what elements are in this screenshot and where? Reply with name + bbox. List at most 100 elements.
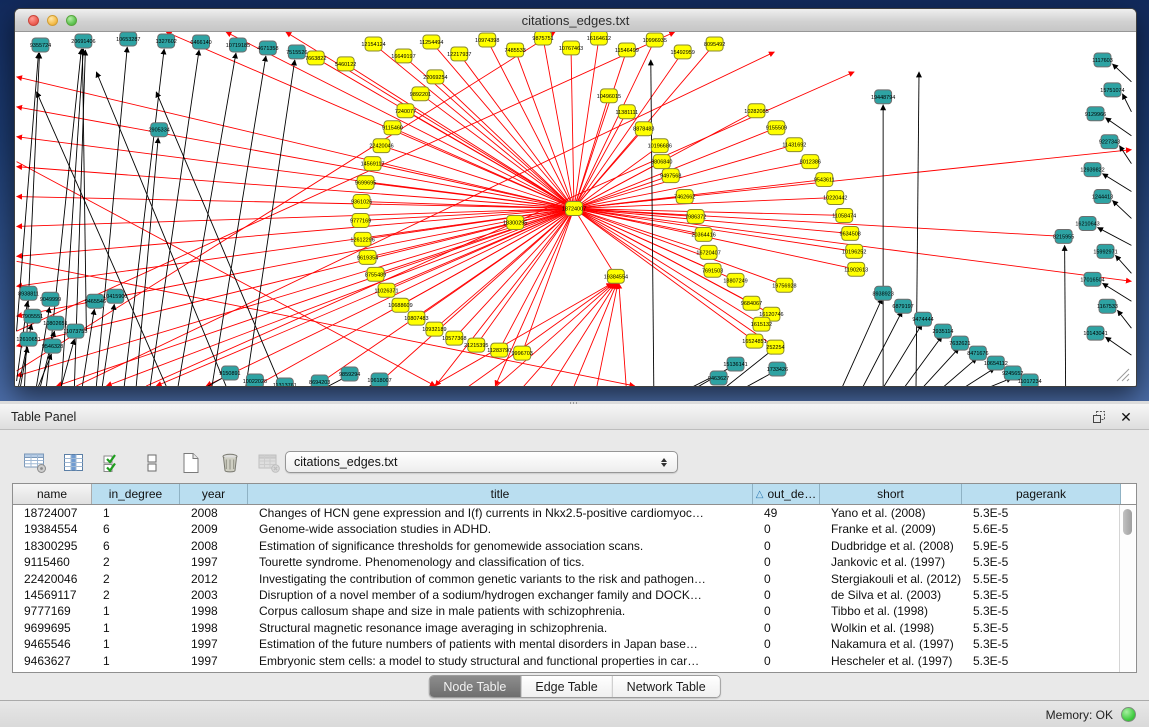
graph-node[interactable]: 17016504: [1080, 272, 1104, 286]
graph-node[interactable]: 10022028: [243, 374, 267, 386]
new-table-icon[interactable]: [178, 451, 204, 475]
graph-edge[interactable]: [1112, 64, 1131, 82]
graph-node[interactable]: 1167533: [1097, 299, 1118, 313]
graph-edge[interactable]: [434, 209, 574, 330]
network-canvas[interactable]: 9355724206914061065328713276026466140107…: [15, 32, 1134, 386]
graph-node[interactable]: 10802651: [43, 316, 67, 330]
graph-edge[interactable]: [1115, 255, 1131, 273]
table-row[interactable]: 911546021997Tourette syndrome. Phenomeno…: [13, 554, 1136, 570]
graph-node[interactable]: 7632621: [949, 336, 970, 350]
graph-edge[interactable]: [346, 64, 574, 209]
graph-node[interactable]: 1615132: [751, 317, 772, 331]
graph-node[interactable]: 15992971: [1093, 244, 1117, 258]
graph-edge[interactable]: [17, 77, 574, 209]
graph-edge[interactable]: [1098, 227, 1132, 245]
graph-edge[interactable]: [17, 209, 574, 227]
graph-node[interactable]: 22069254: [423, 70, 447, 84]
table-row[interactable]: 1456911722003Disruption of a novel membe…: [13, 587, 1136, 603]
table-selector-dropdown[interactable]: citations_edges.txt: [285, 451, 678, 473]
graph-node[interactable]: 9875751: [532, 32, 553, 45]
column-header-name[interactable]: name: [13, 484, 92, 504]
graph-node[interactable]: 10996935: [643, 33, 667, 47]
graph-node[interactable]: 15492959: [671, 45, 695, 59]
graph-node[interactable]: 9699695: [355, 176, 376, 190]
graph-node[interactable]: 10932189: [422, 322, 446, 336]
graph-node[interactable]: 1327602: [156, 34, 177, 48]
graph-node[interactable]: 9892201: [410, 87, 431, 101]
graph-node[interactable]: 11017234: [1018, 374, 1042, 386]
graph-node[interactable]: 10719185: [226, 38, 250, 52]
graph-edge[interactable]: [82, 309, 94, 386]
tab-network-table[interactable]: Network Table: [613, 676, 720, 697]
graph-edge[interactable]: [1106, 337, 1132, 355]
graph-node[interactable]: 9859294: [339, 367, 360, 381]
delete-entry-icon[interactable]: [217, 451, 243, 475]
graph-edge[interactable]: [416, 209, 574, 319]
graph-edge[interactable]: [156, 92, 281, 386]
graph-node[interactable]: 9806840: [651, 155, 672, 169]
graph-node[interactable]: 9546328: [42, 339, 63, 353]
graph-edge[interactable]: [951, 368, 995, 386]
graph-node[interactable]: 7485533: [505, 43, 526, 57]
graph-node[interactable]: 18724007: [562, 202, 586, 216]
graph-edge[interactable]: [1112, 201, 1131, 219]
table-row[interactable]: 1872400712008Changes of HCN gene express…: [13, 505, 1136, 521]
graph-node[interactable]: 1117603: [1092, 53, 1112, 67]
close-panel-icon[interactable]: ✕: [1117, 409, 1135, 425]
graph-node[interactable]: 8471676: [967, 346, 988, 360]
column-header-short[interactable]: short: [820, 484, 962, 504]
network-view-content[interactable]: 9355724206914061065328713276026466140107…: [15, 32, 1134, 386]
graph-node[interactable]: 11431692: [782, 138, 806, 152]
graph-node[interactable]: 9150891: [219, 366, 240, 380]
table-row[interactable]: 946554611997Estimation of the future num…: [13, 636, 1136, 652]
graph-node[interactable]: 11026371: [375, 283, 399, 297]
graph-node[interactable]: 8938811: [18, 286, 39, 300]
graph-edge[interactable]: [1103, 283, 1132, 301]
graph-node[interactable]: 9129966: [1085, 107, 1106, 121]
column-header-out_degree[interactable]: △out_de…: [753, 484, 820, 504]
graph-node[interactable]: 252254: [766, 340, 784, 354]
graph-edge[interactable]: [838, 298, 882, 386]
graph-node[interactable]: 8755489: [365, 267, 386, 281]
table-row[interactable]: 2242004622012Investigating the contribut…: [13, 571, 1136, 587]
table-row[interactable]: 1938455462009Genome-wide association stu…: [13, 521, 1136, 537]
graph-edge[interactable]: [574, 209, 771, 315]
table-row[interactable]: 969969511998Structural magnetic resonanc…: [13, 620, 1136, 636]
graph-edge[interactable]: [651, 60, 654, 386]
graph-edge[interactable]: [916, 72, 919, 386]
graph-edge[interactable]: [915, 348, 959, 386]
graph-node[interactable]: 8215955: [1053, 229, 1074, 243]
select-all-icon[interactable]: [100, 451, 126, 475]
graph-node[interactable]: 9115460: [382, 121, 403, 135]
graph-edge[interactable]: [17, 209, 574, 287]
table-scrollbar[interactable]: [1119, 505, 1135, 672]
memory-ok-indicator-icon[interactable]: [1121, 707, 1136, 722]
graph-edge[interactable]: [878, 324, 922, 386]
graph-node[interactable]: 10496015: [597, 89, 621, 103]
graph-node[interactable]: 10196252: [842, 244, 866, 258]
graph-node[interactable]: 9227343: [1099, 135, 1120, 149]
graph-node[interactable]: 18807249: [723, 273, 747, 287]
graph-node[interactable]: 1733426: [767, 362, 788, 376]
graph-node[interactable]: 10196686: [648, 139, 672, 153]
scrollbar-thumb[interactable]: [1123, 509, 1132, 535]
graph-node[interactable]: 20364416: [691, 227, 715, 241]
graph-node[interactable]: 7986372: [685, 209, 706, 223]
graph-edge[interactable]: [96, 47, 127, 386]
graph-node[interactable]: 16164612: [587, 32, 611, 45]
graph-edge[interactable]: [1119, 146, 1131, 164]
graph-node[interactable]: 10143041: [1083, 326, 1107, 340]
graph-node[interactable]: 9543611: [814, 173, 835, 187]
graph-edge[interactable]: [898, 336, 942, 386]
tab-node-table[interactable]: Node Table: [429, 676, 521, 697]
graph-node[interactable]: 12610651: [16, 332, 40, 346]
graph-edge[interactable]: [574, 198, 835, 209]
graph-node[interactable]: 11902613: [844, 262, 868, 276]
graph-node[interactable]: 9355724: [30, 38, 51, 52]
graph-node[interactable]: 15751074: [1100, 83, 1124, 97]
graph-node[interactable]: 7240077: [395, 104, 416, 118]
graph-node[interactable]: 10577368: [442, 331, 466, 345]
graph-node[interactable]: 9634508: [840, 226, 861, 240]
graph-edge[interactable]: [574, 209, 616, 277]
graph-edge[interactable]: [933, 358, 977, 386]
